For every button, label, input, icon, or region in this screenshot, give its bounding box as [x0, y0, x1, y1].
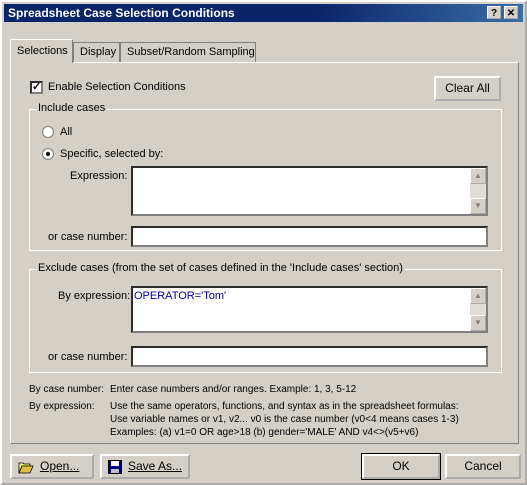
help-case-text: Enter case numbers and/or ranges. Exampl… [110, 384, 357, 395]
floppy-disk-icon [108, 459, 122, 474]
close-button[interactable]: ✕ [504, 6, 518, 19]
scroll-down-icon[interactable]: ▼ [470, 198, 486, 214]
include-case-number-field[interactable] [131, 226, 488, 247]
tab-subset-label: Subset/Random Sampling [127, 46, 255, 58]
exclude-cases-title: Exclude cases (from the set of cases def… [36, 262, 405, 274]
save-as-button-label: Save As... [128, 459, 183, 473]
help-expr-line3: Examples: (a) v1=0 OR age>18 (b) gender=… [110, 427, 419, 438]
include-expression-scrollbar[interactable]: ▲ ▼ [470, 168, 486, 214]
tab-subset-random-sampling[interactable]: Subset/Random Sampling [120, 42, 256, 62]
window-title: Spreadsheet Case Selection Conditions [8, 6, 235, 20]
include-cases-group: Include cases All Specific, selected by:… [29, 102, 502, 251]
enable-checkbox[interactable]: ✓ [30, 81, 43, 94]
save-as-button[interactable]: Save As... [100, 454, 190, 479]
ok-button[interactable]: OK [361, 453, 441, 480]
radio-all-label[interactable]: All [60, 126, 72, 138]
title-bar[interactable]: Spreadsheet Case Selection Conditions ? … [4, 4, 523, 22]
open-folder-icon [18, 462, 34, 474]
tab-display-label: Display [80, 46, 117, 58]
help-expr-label: By expression: [29, 401, 95, 412]
open-button-label: Open... [40, 459, 80, 473]
radio-specific-label[interactable]: Specific, selected by: [60, 148, 163, 160]
enable-label[interactable]: Enable Selection Conditions [48, 81, 186, 93]
exclude-expression-value: OPERATOR='Tom' [134, 290, 227, 302]
help-case-label: By case number: [29, 384, 105, 395]
scroll-down-icon[interactable]: ▼ [470, 315, 486, 331]
include-expression-label: Expression: [70, 170, 128, 182]
scroll-up-icon[interactable]: ▲ [470, 288, 486, 304]
open-button[interactable]: Open... [10, 454, 94, 479]
exclude-case-number-label: or case number: [48, 351, 128, 363]
include-cases-title: Include cases [36, 102, 108, 114]
tab-selections[interactable]: Selections [10, 39, 73, 63]
help-button[interactable]: ? [487, 6, 501, 19]
help-expr-line1: Use the same operators, functions, and s… [110, 401, 459, 412]
tab-display[interactable]: Display [73, 42, 120, 62]
radio-specific[interactable] [42, 148, 54, 160]
exclude-expression-field[interactable]: OPERATOR='Tom' ▲ ▼ [131, 286, 488, 333]
include-case-number-label: or case number: [48, 231, 128, 243]
dialog-window: Spreadsheet Case Selection Conditions ? … [0, 0, 527, 485]
exclude-expression-scrollbar[interactable]: ▲ ▼ [470, 288, 486, 331]
exclude-case-number-field[interactable] [131, 346, 488, 367]
tab-selections-label: Selections [17, 45, 68, 57]
exclude-expression-label: By expression: [58, 290, 131, 302]
include-expression-field[interactable]: ▲ ▼ [131, 166, 488, 216]
clear-all-button[interactable]: Clear All [434, 76, 501, 101]
exclude-cases-group: Exclude cases (from the set of cases def… [29, 262, 502, 373]
radio-all[interactable] [42, 126, 54, 138]
selections-panel: ✓ Enable Selection Conditions Clear All … [10, 62, 519, 444]
cancel-button[interactable]: Cancel [445, 454, 521, 479]
help-expr-line2: Use variable names or v1, v2... v0 is th… [110, 414, 459, 425]
scroll-up-icon[interactable]: ▲ [470, 168, 486, 184]
